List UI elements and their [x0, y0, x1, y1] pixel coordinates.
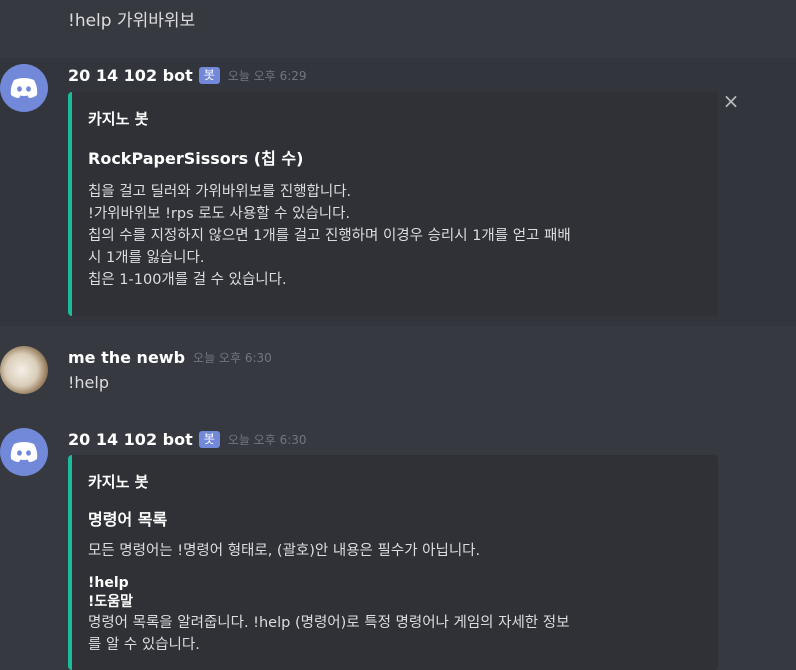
embed-card: 카지노 봇 명령어 목록 모든 명령어는 !명령어 형태로, (괄호)안 내용은… [68, 455, 718, 670]
embed-field-value: 명령어 목록을 알려줍니다. !help (명령어)로 특정 명령어나 게임의 … [88, 612, 702, 656]
embed-description-line: 칩은 1-100개를 걸 수 있습니다. [88, 272, 287, 288]
user-message-help: me the newb 오늘 오후 6:30 !help [0, 346, 796, 402]
message-text-help-rps: !help 가위바위보 [68, 11, 196, 31]
username[interactable]: 20 14 102 bot [68, 430, 193, 449]
embed-title: 명령어 목록 [88, 510, 168, 529]
chat-messages: !help 가위바위보 20 14 102 bot 봇 오늘 오후 6:29 카… [0, 0, 796, 670]
embed-title: RockPaperSissors (칩 수) [88, 149, 304, 168]
bot-avatar[interactable] [0, 428, 48, 476]
embed-description-line: 시 1개를 잃습니다. [88, 250, 205, 266]
embed-author: 카지노 봇 [88, 473, 149, 491]
timestamp: 오늘 오후 6:30 [227, 432, 307, 447]
embed-field-name: !help [88, 575, 129, 591]
bot-message-rps: 20 14 102 bot 봇 오늘 오후 6:29 카지노 봇 RockPap… [0, 58, 796, 326]
username[interactable]: me the newb [68, 348, 185, 367]
embed-author: 카지노 봇 [88, 110, 149, 128]
embed-field-value-line: 를 알 수 있습니다. [88, 637, 200, 653]
message-text: !help [68, 373, 109, 392]
timestamp: 오늘 오후 6:29 [227, 68, 307, 83]
bot-avatar[interactable] [0, 64, 48, 112]
timestamp: 오늘 오후 6:30 [193, 350, 272, 365]
embed-description: 칩을 걸고 딜러와 가위바위보를 진행합니다. !가위바위보 !rps 로도 사… [88, 181, 702, 291]
embed-field-name: !도움말 [88, 594, 134, 610]
discord-logo-icon [10, 442, 38, 462]
bot-message-command-list: 20 14 102 bot 봇 오늘 오후 6:30 카지노 봇 명령어 목록 … [0, 428, 796, 670]
bot-badge: 봇 [198, 430, 220, 448]
embed-description-line: !가위바위보 !rps 로도 사용할 수 있습니다. [88, 206, 351, 222]
user-avatar[interactable] [0, 346, 48, 394]
message-header: 20 14 102 bot 봇 오늘 오후 6:29 [68, 64, 307, 86]
discord-logo-icon [10, 78, 38, 98]
bot-badge: 봇 [198, 66, 220, 84]
embed-description-line: 칩의 수를 지정하지 않으면 1개를 걸고 진행하며 이경우 승리시 1개를 얻… [88, 228, 571, 244]
embed-card: 카지노 봇 RockPaperSissors (칩 수) 칩을 걸고 딜러와 가… [68, 92, 718, 316]
message-header: me the newb 오늘 오후 6:30 [68, 346, 272, 368]
embed-description: 모든 명령어는 !명령어 형태로, (괄호)안 내용은 필수가 아닙니다. [88, 543, 481, 559]
embed-field-value-line: 명령어 목록을 알려줍니다. !help (명령어)로 특정 명령어나 게임의 … [88, 615, 570, 631]
message-header: 20 14 102 bot 봇 오늘 오후 6:30 [68, 428, 307, 450]
username[interactable]: 20 14 102 bot [68, 66, 193, 85]
embed-field: !help !도움말 명령어 목록을 알려줍니다. !help (명령어)로 특… [88, 574, 702, 656]
close-embed-icon[interactable]: × [722, 91, 740, 111]
embed-description-line: 칩을 걸고 딜러와 가위바위보를 진행합니다. [88, 184, 352, 200]
